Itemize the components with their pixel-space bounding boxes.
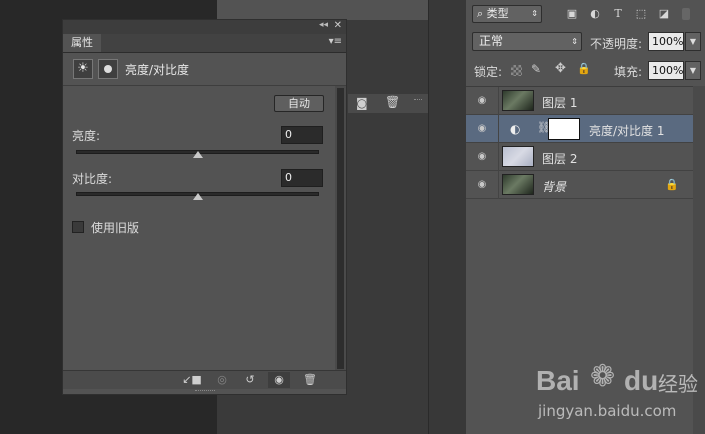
trash-icon[interactable]: 🗑 [385,95,400,109]
layer-filter-select[interactable]: ⌕ 类型 ⇕ [472,5,542,23]
opacity-input[interactable]: 100% [648,32,684,51]
adjustment-title: 亮度/对比度 [125,63,190,77]
opacity-dropdown[interactable]: ▼ [685,32,701,51]
updown-icon: ⇕ [531,9,538,18]
brightness-input[interactable]: 0 [281,126,323,144]
brightness-slider-thumb[interactable] [192,151,203,158]
tab-properties[interactable]: 属性 [63,34,101,52]
layer-name: 图层 1 [542,96,578,110]
layer-thumbnail [502,90,534,111]
eye-icon[interactable]: ◉ [474,179,490,191]
lock-transparency-icon[interactable] [511,65,522,76]
divider [498,115,499,143]
fill-label: 填充: [614,65,643,79]
panel-tabbar: 属性 ▾≡ [63,34,346,53]
opacity-label: 不透明度: [590,37,643,51]
divider [498,143,499,171]
watermark-url: jingyan.baidu.com [538,402,677,420]
panel-resize-grip[interactable] [195,390,215,394]
divider [498,87,499,115]
panel-titlebar[interactable]: ◂◂ ✕ [63,20,346,34]
collapse-icon[interactable]: ◂◂ [319,20,328,30]
blend-mode-select[interactable]: 正常 ⇕ [472,32,582,51]
resize-grip[interactable] [414,99,422,108]
watermark-brand-a: Bai [536,365,580,396]
mask-icon[interactable] [98,59,118,79]
lock-all-icon[interactable]: 🔒 [577,62,591,75]
fill-dropdown[interactable]: ▼ [685,61,701,80]
divider [498,171,499,199]
contrast-label: 对比度: [72,172,113,186]
panel-dock-divider [428,0,467,434]
smart-object-filter-icon[interactable]: ◪ [656,7,672,21]
properties-panel: ◂◂ ✕ 属性 ▾≡ ☀ 亮度/对比度 自动 亮度: 0 对比度: 0 使用旧版… [62,19,347,395]
contrast-slider-thumb[interactable] [192,193,203,200]
properties-footer: ↙■ ◎ ↺ ◉ 🗑 [63,370,346,389]
lock-label: 锁定: [474,65,503,79]
eye-icon[interactable]: ◉ [268,372,290,388]
eye-icon[interactable]: ◉ [474,151,490,163]
type-filter-icon[interactable]: T [610,7,626,21]
auto-button[interactable]: 自动 [274,95,324,112]
view-previous-icon[interactable]: ◎ [211,372,233,388]
blend-mode-value: 正常 [479,34,504,48]
lock-icon: 🔒 [665,178,679,191]
eye-icon[interactable]: ◉ [474,95,490,107]
camera-icon[interactable]: ◙ [356,96,368,110]
panel-menu-icon[interactable]: ▾≡ [329,36,342,47]
layer-row-selected[interactable]: ◉ ◐ ⛓ 亮度/对比度 1 [466,115,693,143]
layer-name: 图层 2 [542,152,578,166]
brightness-label: 亮度: [72,129,101,143]
updown-icon: ⇕ [571,37,578,46]
filter-label: 类型 [486,7,509,20]
scrollbar-thumb[interactable] [337,88,344,369]
layer-name: 亮度/对比度 1 [589,124,665,138]
clip-to-layer-icon[interactable]: ↙■ [181,372,203,388]
dock-toolbar: ◙ 🗑 [348,93,428,113]
shape-filter-icon[interactable]: ⬚ [633,7,649,21]
close-icon[interactable]: ✕ [334,20,342,31]
image-filter-icon[interactable]: ▣ [564,7,580,21]
search-icon: ⌕ [477,7,484,20]
watermark-brand-cn: 经验 [658,372,698,396]
filter-toggle-icon[interactable] [682,8,690,20]
use-legacy-checkbox[interactable] [72,221,84,233]
adjustment-filter-icon[interactable]: ◐ [587,7,603,21]
layer-row[interactable]: ◉ 图层 2 [466,143,693,171]
layer-row[interactable]: ◉ 图层 1 [466,87,693,115]
document-tab-strip [217,0,428,20]
layer-thumbnail [502,146,534,167]
paw-icon: ❁ [590,359,616,394]
eye-icon[interactable]: ◉ [474,123,490,135]
lock-position-icon[interactable]: ✥ [555,61,566,76]
properties-header: ☀ 亮度/对比度 [63,53,346,86]
watermark-brand-b: du [624,365,659,396]
trash-icon[interactable]: 🗑 [299,372,321,388]
layer-thumbnail [502,174,534,195]
fill-input[interactable]: 100% [648,61,684,80]
brightness-icon[interactable]: ☀ [73,59,93,79]
use-legacy-label: 使用旧版 [91,221,140,235]
mask-thumbnail[interactable] [548,118,580,140]
reset-icon[interactable]: ↺ [239,372,261,388]
adjustment-icon: ◐ [510,122,521,136]
contrast-input[interactable]: 0 [281,169,323,187]
layer-name: 背景 [542,180,567,194]
lock-pixels-icon[interactable]: ✎ [531,62,541,76]
layer-row[interactable]: ◉ 背景 🔒 [466,171,693,199]
watermark: Bai ❁ du 经验 jingyan.baidu.com [530,355,705,430]
